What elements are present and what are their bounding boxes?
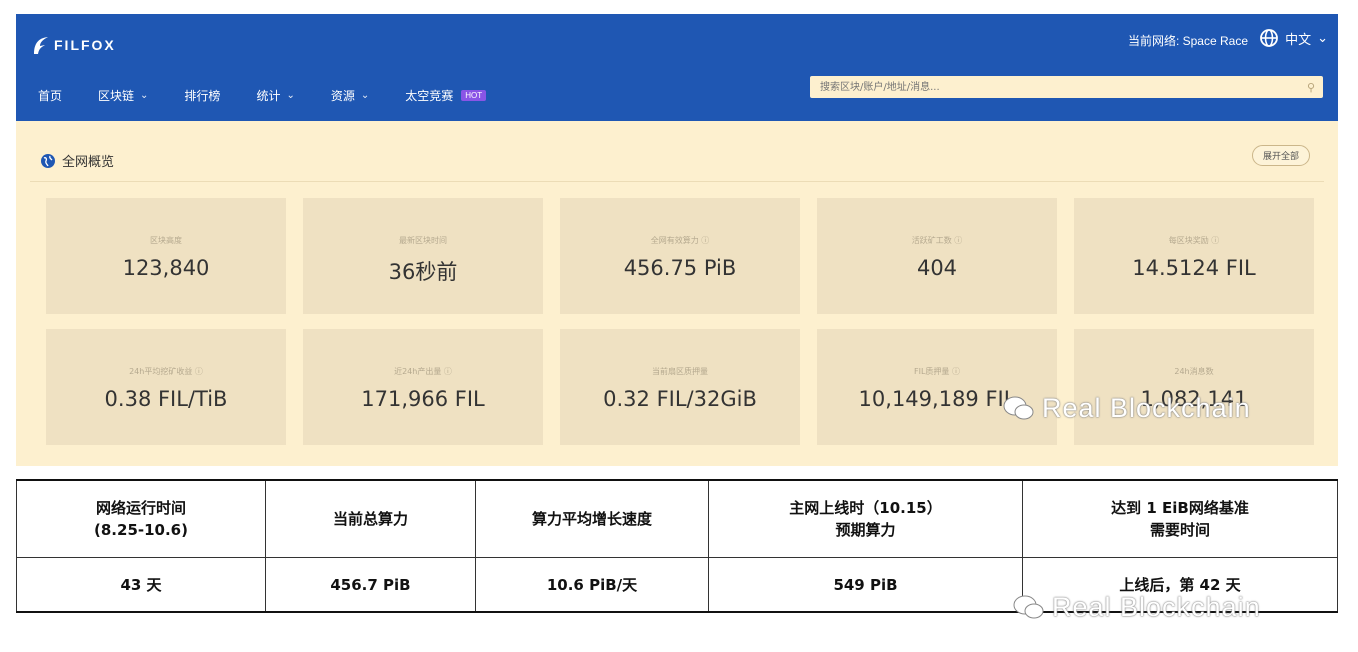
watermark-text: Real Blockchain [1052, 592, 1261, 622]
main-nav: 首页 区块链 ⌄ 排行榜 统计 ⌄ 资源 ⌄ 太空竞赛 HOT [38, 87, 522, 104]
chevron-down-icon: ⌄ [286, 90, 295, 101]
table-header: 网络运行时间 (8.25-10.6) [16, 479, 266, 558]
stat-card: 活跃矿工数 ⓘ 404 [817, 198, 1057, 314]
hot-badge: HOT [461, 90, 487, 101]
stat-card: 24h消息数 1,082,141 [1074, 329, 1314, 445]
stat-card: 每区块奖励 ⓘ 14.5124 FIL [1074, 198, 1314, 314]
stat-value: 36秒前 [388, 260, 458, 284]
network-label: 当前网络: Space Race [1127, 34, 1248, 48]
table-header: 算力平均增长速度 [475, 479, 709, 558]
nav-resources[interactable]: 资源 ⌄ [331, 87, 369, 104]
stat-value: 171,966 FIL [361, 387, 485, 411]
stat-label: 近24h产出量 ⓘ [303, 366, 543, 377]
table-header: 当前总算力 [265, 479, 476, 558]
stat-value: 123,840 [122, 256, 210, 280]
stat-label-text: 每区块奖励 [1168, 236, 1209, 245]
stat-value: 0.32 FIL/32GiB [603, 387, 757, 411]
top-nav-bar: FILFOX 当前网络: Space Race 中文 ⌄ 首页 区块链 ⌄ 排行榜… [16, 14, 1338, 121]
stat-label-text: 24h平均挖矿收益 [129, 367, 193, 376]
language-selector[interactable]: 中文 ⌄ [1259, 28, 1328, 48]
table-header: 主网上线时（10.15） 预期算力 [708, 479, 1023, 558]
info-icon[interactable]: ⓘ [1211, 236, 1219, 245]
stat-card: 最新区块时间 36秒前 [303, 198, 543, 314]
stat-value: 456.75 PiB [623, 256, 737, 280]
language-label: 中文 [1285, 32, 1312, 48]
info-icon[interactable]: ⓘ [195, 367, 203, 376]
nav-space-race-label: 太空竞赛 [405, 89, 454, 103]
search-bar[interactable]: ⚲ [810, 76, 1323, 98]
stat-label: 24h平均挖矿收益 ⓘ [46, 366, 286, 377]
header-line: 需要时间 [1149, 521, 1210, 539]
info-icon[interactable]: ⓘ [444, 367, 452, 376]
logo-text: FILFOX [54, 37, 116, 53]
table-cell: 43 天 [16, 557, 266, 613]
stat-label: 每区块奖励 ⓘ [1074, 235, 1314, 246]
header-line: 主网上线时（10.15） [789, 499, 942, 517]
info-icon[interactable]: ⓘ [701, 236, 709, 245]
nav-home-label: 首页 [38, 89, 63, 103]
stat-value: 0.38 FIL/TiB [104, 387, 228, 411]
search-icon[interactable]: ⚲ [1307, 81, 1315, 94]
nav-ranking-label: 排行榜 [184, 89, 221, 103]
stat-card: FIL质押量 ⓘ 10,149,189 FIL [817, 329, 1057, 445]
wechat-icon [1003, 396, 1034, 419]
nav-statistics-label: 统计 [256, 89, 281, 103]
chevron-down-icon: ⌄ [140, 90, 149, 101]
expand-all-button[interactable]: 展开全部 [1251, 145, 1310, 166]
globe-icon [1260, 29, 1278, 47]
stat-label-text: 近24h产出量 [394, 367, 442, 376]
header-line: 网络运行时间 [95, 499, 186, 517]
info-icon[interactable]: ⓘ [952, 367, 960, 376]
stat-label-text: 全网有效算力 [650, 236, 699, 245]
stat-label: FIL质押量 ⓘ [817, 366, 1057, 377]
watermark-text: Real Blockchain [1042, 393, 1251, 423]
stat-label-text: FIL质押量 [914, 367, 950, 376]
stat-card: 全网有效算力 ⓘ 456.75 PiB [560, 198, 800, 314]
info-icon[interactable]: ⓘ [954, 236, 962, 245]
nav-blockchain[interactable]: 区块链 ⌄ [98, 87, 148, 104]
stat-label: 最新区块时间 [399, 236, 447, 245]
filfox-logo[interactable]: FILFOX [30, 34, 116, 56]
stat-label: 活跃矿工数 ⓘ [817, 235, 1057, 246]
globe-icon [41, 153, 55, 168]
nav-ranking[interactable]: 排行榜 [184, 87, 220, 104]
stat-card: 区块高度 123,840 [46, 198, 286, 314]
fox-logo-icon [34, 37, 48, 54]
stat-label: 区块高度 [150, 236, 182, 245]
header-line: 当前总算力 [332, 510, 408, 528]
watermark: Real Blockchain [1012, 592, 1261, 623]
stat-card: 当前扇区质押量 0.32 FIL/32GiB [560, 329, 800, 445]
nav-blockchain-label: 区块链 [98, 89, 135, 103]
stat-label: 当前扇区质押量 [652, 367, 708, 376]
header-line: 预期算力 [835, 521, 896, 539]
watermark: Real Blockchain [1002, 393, 1251, 424]
header-line: 达到 1 EiB网络基准 [1111, 499, 1249, 517]
nav-space-race[interactable]: 太空竞赛 HOT [405, 87, 487, 104]
stat-value: 14.5124 FIL [1132, 256, 1256, 280]
overview-title: 全网概览 [40, 151, 114, 170]
stat-card: 24h平均挖矿收益 ⓘ 0.38 FIL/TiB [46, 329, 286, 445]
nav-resources-label: 资源 [330, 89, 355, 103]
stat-label: 全网有效算力 ⓘ [560, 235, 800, 246]
nav-home[interactable]: 首页 [38, 87, 62, 104]
header-line: 算力平均增长速度 [531, 510, 652, 528]
stat-label-text: 活跃矿工数 [911, 236, 952, 245]
stat-value: 404 [916, 256, 958, 280]
chevron-down-icon: ⌄ [360, 90, 370, 101]
stat-card: 近24h产出量 ⓘ 171,966 FIL [303, 329, 543, 445]
table-cell: 456.7 PiB [265, 557, 476, 613]
search-input[interactable] [818, 80, 1222, 94]
header-line: (8.25-10.6) [94, 521, 188, 539]
table-header: 达到 1 EiB网络基准 需要时间 [1022, 479, 1338, 558]
table-header-row: 网络运行时间 (8.25-10.6) 当前总算力 算力平均增长速度 主网上线时（1… [16, 479, 1338, 558]
wechat-icon [1013, 595, 1044, 618]
table-cell: 549 PiB [708, 557, 1023, 613]
overview-title-label: 全网概览 [62, 155, 115, 170]
table-cell: 10.6 PiB/天 [475, 557, 709, 613]
stat-label: 24h消息数 [1174, 367, 1214, 376]
nav-statistics[interactable]: 统计 ⌄ [256, 87, 294, 104]
chevron-down-icon: ⌄ [1317, 30, 1328, 46]
divider [30, 181, 1324, 182]
